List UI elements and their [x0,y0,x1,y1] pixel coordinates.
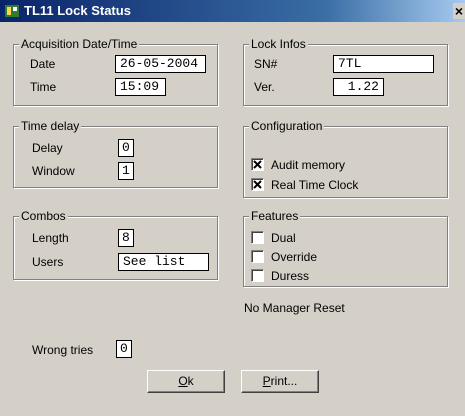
ver-label: Ver. [254,80,275,94]
delay-field[interactable]: 0 [118,139,134,157]
acquisition-legend: Acquisition Date/Time [19,37,140,51]
check-x-icon [253,180,262,189]
ver-field[interactable]: 1.22 [333,78,384,96]
lock-infos-group: Lock Infos SN# 7TL Ver. 1.22 [243,37,448,106]
configuration-legend: Configuration [249,119,325,133]
window-field[interactable]: 1 [118,162,134,180]
ok-mnemonic: O [178,374,188,388]
dialog-window: TL11 Lock Status × Acquisition Date/Time… [0,0,465,416]
time-delay-group: Time delay Delay 0 Window 1 [13,119,218,188]
duress-label: Duress [271,269,310,283]
configuration-group: Configuration Audit memory Real Time Clo… [243,119,448,198]
real-time-clock-label: Real Time Clock [271,178,359,192]
check-x-icon [253,160,262,169]
users-field[interactable]: See list [118,253,209,271]
window-title: TL11 Lock Status [24,3,131,18]
sn-field[interactable]: 7TL [333,55,434,73]
duress-box[interactable] [251,269,264,282]
delay-label: Delay [32,141,63,155]
sn-label: SN# [254,57,278,71]
time-field[interactable]: 15:09 [115,78,166,96]
manager-reset-status: No Manager Reset [244,301,345,315]
audit-memory-label: Audit memory [271,158,346,172]
print-label: rint... [270,374,298,388]
lock-infos-legend: Lock Infos [249,37,308,51]
window-label: Window [32,164,75,178]
dual-label: Dual [271,231,296,245]
combos-legend: Combos [19,209,68,223]
wrong-tries-label: Wrong tries [32,343,94,357]
ok-button[interactable]: Ok [147,370,225,393]
features-group: Features Dual Override Duress [243,209,448,287]
override-box[interactable] [251,250,264,263]
date-label: Date [30,57,56,71]
print-button[interactable]: Print... [241,370,319,393]
features-legend: Features [249,209,301,223]
dual-box[interactable] [251,231,264,244]
app-icon [4,3,20,19]
time-delay-legend: Time delay [19,119,82,133]
combos-group: Combos Length 8 Users See list [13,209,218,280]
real-time-clock-box[interactable] [251,178,264,191]
audit-memory-box[interactable] [251,158,264,171]
time-label: Time [30,80,57,94]
override-label: Override [271,250,318,264]
close-button[interactable]: × [453,3,465,19]
print-mnemonic: P [262,374,271,388]
ok-label: k [187,374,194,388]
wrong-tries-field[interactable]: 0 [116,340,132,358]
length-field[interactable]: 8 [118,229,134,247]
length-label: Length [32,231,69,245]
title-bar[interactable]: TL11 Lock Status × [0,0,465,22]
acquisition-group: Acquisition Date/Time Date 26-05-2004 Ti… [13,37,218,106]
date-field[interactable]: 26-05-2004 [115,55,206,73]
users-label: Users [32,255,64,269]
